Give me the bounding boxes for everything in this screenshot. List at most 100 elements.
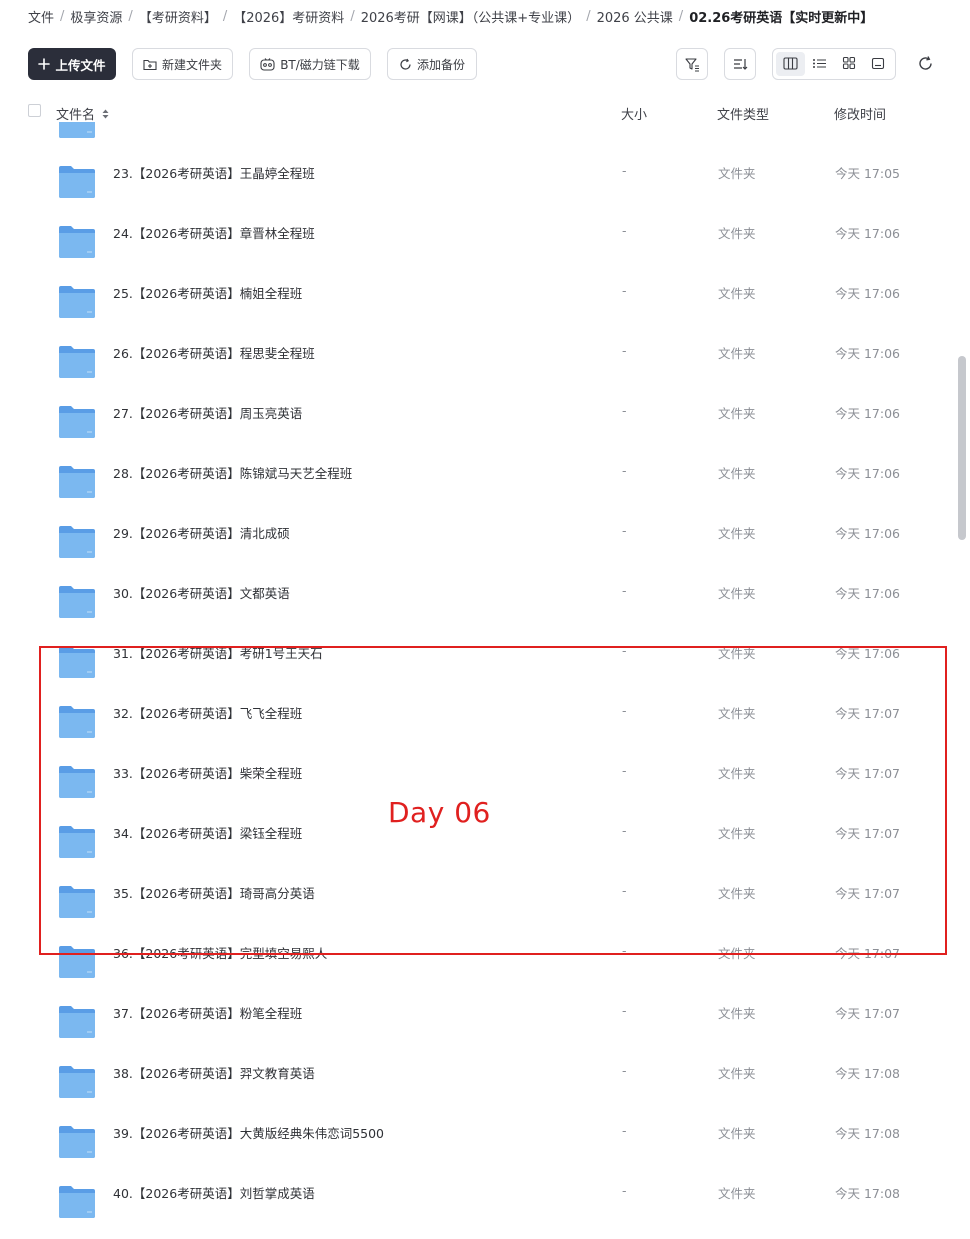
column-header-name[interactable]: 文件名: [56, 104, 109, 123]
file-type: 文件夹: [718, 226, 756, 241]
breadcrumb-separator: /: [586, 8, 591, 24]
breadcrumb-item-2026-public-courses[interactable]: 2026 公共课: [597, 7, 673, 26]
file-modified-time: 今天 17:08: [835, 1126, 900, 1141]
breadcrumb-item-jixiang[interactable]: 极享资源: [70, 7, 122, 26]
file-row[interactable]: 37.【2026考研英语】粉笔全程班 - 文件夹 今天 17:07: [0, 992, 950, 1052]
view-preview-button[interactable]: [863, 52, 892, 76]
annotation-label: Day 06: [388, 796, 491, 829]
column-header-name-label: 文件名: [56, 108, 96, 123]
file-type: 文件夹: [718, 166, 756, 181]
view-grid-button[interactable]: [834, 52, 863, 76]
file-row[interactable]: 26.【2026考研英语】程思斐全程班 - 文件夹 今天 17:06: [0, 332, 950, 392]
file-name[interactable]: 30.【2026考研英语】文都英语: [113, 583, 290, 602]
breadcrumb-item-2026-materials[interactable]: 【2026】考研资料: [233, 7, 344, 26]
file-name[interactable]: 25.【2026考研英语】楠姐全程班: [113, 283, 302, 302]
file-modified-time: 今天 17:07: [835, 1006, 900, 1021]
filter-button[interactable]: [676, 48, 708, 80]
folder-icon: [58, 1065, 96, 1099]
file-modified-time: 今天 17:06: [835, 286, 900, 301]
file-row[interactable]: 23.【2026考研英语】王晶婷全程班 - 文件夹 今天 17:05: [0, 152, 950, 212]
folder-icon: [58, 525, 96, 559]
folder-icon: [58, 465, 96, 499]
file-row[interactable]: 22.【2026考研英语】周澜英语全程班-文件夹今天 17:05: [0, 122, 950, 152]
breadcrumb-separator: /: [222, 8, 228, 24]
view-mode-switcher: [772, 48, 896, 80]
file-name[interactable]: 24.【2026考研英语】章晋林全程班: [113, 223, 315, 242]
file-name[interactable]: 28.【2026考研英语】陈锦斌马天艺全程班: [113, 463, 352, 482]
refresh-icon: [917, 55, 934, 76]
new-folder-button[interactable]: 新建文件夹: [132, 48, 233, 80]
file-name[interactable]: 38.【2026考研英语】羿文教育英语: [113, 1063, 315, 1082]
file-type: 文件夹: [718, 1066, 756, 1081]
file-size: -: [622, 463, 627, 478]
refresh-button[interactable]: [914, 54, 936, 76]
file-name[interactable]: 40.【2026考研英语】刘哲掌成英语: [113, 1183, 315, 1202]
filter-icon: [684, 56, 700, 72]
breadcrumb-item-kaoyan-materials[interactable]: 【考研资料】: [139, 7, 217, 26]
column-header-modified[interactable]: 修改时间: [834, 104, 886, 123]
file-row[interactable]: 30.【2026考研英语】文都英语 - 文件夹 今天 17:06: [0, 572, 950, 632]
add-backup-label: 添加备份: [416, 57, 465, 72]
file-name[interactable]: 29.【2026考研英语】清北成硕: [113, 523, 290, 542]
file-modified-time: 今天 17:06: [835, 586, 900, 601]
file-row[interactable]: 24.【2026考研英语】章晋林全程班 - 文件夹 今天 17:06: [0, 212, 950, 272]
view-list-button[interactable]: [805, 52, 834, 76]
breadcrumb-item-2026-online-courses[interactable]: 2026考研【网课】（公共课+专业课）: [361, 7, 580, 26]
file-size: -: [622, 343, 627, 358]
image-view-icon: [871, 55, 885, 74]
annotation-box: [39, 646, 947, 955]
file-row[interactable]: 39.【2026考研英语】大黄版经典朱伟恋词5500 - 文件夹 今天 17:08: [0, 1112, 950, 1172]
folder-icon: [58, 1125, 96, 1159]
select-all-checkbox[interactable]: [28, 104, 41, 117]
view-columns-button[interactable]: [776, 52, 805, 76]
file-row[interactable]: 28.【2026考研英语】陈锦斌马天艺全程班 - 文件夹 今天 17:06: [0, 452, 950, 512]
file-modified-time: 今天 17:06: [835, 406, 900, 421]
folder-icon: [58, 345, 96, 379]
file-row[interactable]: 29.【2026考研英语】清北成硕 - 文件夹 今天 17:06: [0, 512, 950, 572]
file-modified-time: 今天 17:06: [835, 346, 900, 361]
breadcrumb-separator: /: [350, 8, 355, 24]
upload-button[interactable]: 上传文件: [28, 48, 116, 80]
breadcrumb-separator: /: [60, 8, 65, 24]
file-name[interactable]: 23.【2026考研英语】王晶婷全程班: [113, 163, 315, 182]
file-size: -: [622, 583, 627, 598]
column-header-size[interactable]: 大小: [621, 104, 647, 123]
file-size: -: [622, 163, 627, 178]
bt-magnet-download-label: BT/磁力链下载: [280, 57, 360, 72]
list-view-icon: [812, 55, 827, 74]
file-type: 文件夹: [718, 346, 756, 361]
breadcrumb-item-files[interactable]: 文件: [28, 7, 54, 26]
breadcrumb-current: 02.26考研英语【实时更新中】: [689, 10, 874, 26]
file-size: -: [622, 523, 627, 538]
scrollbar-thumb[interactable]: [958, 356, 966, 540]
sort-arrows-icon: [102, 108, 109, 123]
breadcrumb: 文件 / 极享资源 / 【考研资料】 / 【2026】考研资料 / 2026考研【网课】…: [28, 6, 873, 26]
file-row[interactable]: 27.【2026考研英语】周玉亮英语 - 文件夹 今天 17:06: [0, 392, 950, 452]
bt-magnet-download-button[interactable]: BT/磁力链下载: [249, 48, 371, 80]
folder-icon: [58, 165, 96, 199]
folder-icon: [58, 1005, 96, 1039]
file-name[interactable]: 37.【2026考研英语】粉笔全程班: [113, 1003, 302, 1022]
file-modified-time: 今天 17:08: [835, 1186, 900, 1201]
file-name[interactable]: 39.【2026考研英语】大黄版经典朱伟恋词5500: [113, 1123, 384, 1142]
file-type: 文件夹: [718, 1006, 756, 1021]
columns-view-icon: [783, 55, 798, 74]
folder-icon: [58, 405, 96, 439]
add-backup-button[interactable]: 添加备份: [387, 48, 477, 80]
folder-icon: [58, 585, 96, 619]
file-name[interactable]: 26.【2026考研英语】程思斐全程班: [113, 343, 315, 362]
file-row[interactable]: 40.【2026考研英语】刘哲掌成英语 - 文件夹 今天 17:08: [0, 1172, 950, 1232]
magnet-icon: [260, 57, 275, 71]
folder-icon: [58, 225, 96, 259]
folder-icon: [58, 1185, 96, 1219]
upload-button-label: 上传文件: [55, 57, 106, 73]
column-header-type[interactable]: 文件类型: [717, 104, 769, 123]
file-type: 文件夹: [718, 1126, 756, 1141]
file-row[interactable]: 25.【2026考研英语】楠姐全程班 - 文件夹 今天 17:06: [0, 272, 950, 332]
file-row[interactable]: 38.【2026考研英语】羿文教育英语 - 文件夹 今天 17:08: [0, 1052, 950, 1112]
sort-button[interactable]: [724, 48, 756, 80]
file-size: -: [622, 403, 627, 418]
file-name[interactable]: 27.【2026考研英语】周玉亮英语: [113, 403, 302, 422]
folder-icon: [58, 122, 96, 139]
file-size: -: [622, 1003, 627, 1018]
